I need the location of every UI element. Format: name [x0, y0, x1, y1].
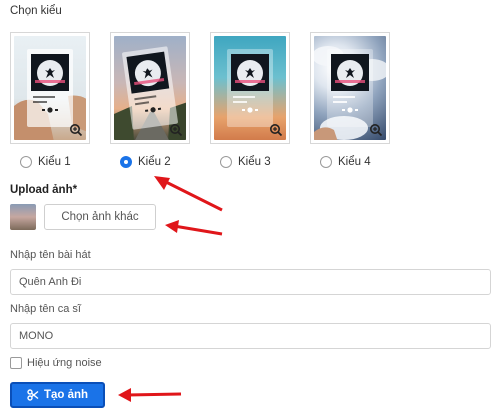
zoom-in-icon[interactable]: [369, 123, 383, 137]
noise-label: Hiệu ứng noise: [27, 357, 102, 369]
annotation-arrow-style: [154, 176, 223, 212]
style-thumbnail-1[interactable]: [10, 32, 90, 144]
style-thumbnail-3[interactable]: [210, 32, 290, 144]
style-radio-1[interactable]: [20, 156, 32, 168]
scissors-icon: [27, 389, 39, 401]
uploaded-image-preview: [10, 204, 36, 230]
singer-name-input[interactable]: [10, 323, 491, 349]
song-name-label: Nhập tên bài hát: [10, 249, 91, 261]
noise-option[interactable]: Hiệu ứng noise: [10, 357, 102, 369]
style-option-1[interactable]: Kiểu 1: [10, 30, 110, 175]
annotation-arrow-submit: [118, 388, 182, 402]
style-radio-4[interactable]: [320, 156, 332, 168]
annotation-arrow-upload: [165, 220, 223, 236]
choose-image-button[interactable]: Chọn ảnh khác: [44, 204, 156, 230]
style-label-4: Kiểu 4: [338, 156, 371, 168]
upload-label: Upload ảnh*: [10, 184, 78, 196]
create-image-button[interactable]: Tạo ảnh: [10, 382, 105, 408]
style-thumbnail-2[interactable]: [110, 32, 190, 144]
song-name-input[interactable]: [10, 269, 491, 295]
style-picker: Kiểu 1 Kiểu 2 Kiểu 3 Kiểu 4: [0, 30, 500, 175]
singer-name-label: Nhập tên ca sĩ: [10, 303, 81, 315]
zoom-in-icon[interactable]: [69, 123, 83, 137]
style-radio-2[interactable]: [120, 156, 132, 168]
style-thumbnail-4[interactable]: [310, 32, 390, 144]
zoom-in-icon[interactable]: [269, 123, 283, 137]
style-option-4[interactable]: Kiểu 4: [310, 30, 410, 175]
style-option-3[interactable]: Kiểu 3: [210, 30, 310, 175]
style-radio-3[interactable]: [220, 156, 232, 168]
create-image-label: Tạo ảnh: [43, 389, 89, 401]
zoom-in-icon[interactable]: [169, 123, 183, 137]
style-label-3: Kiểu 3: [238, 156, 271, 168]
style-label-1: Kiểu 1: [38, 156, 71, 168]
style-label-2: Kiểu 2: [138, 156, 171, 168]
section-title: Chọn kiểu: [10, 5, 62, 17]
style-option-2[interactable]: Kiểu 2: [110, 30, 210, 175]
noise-checkbox[interactable]: [10, 357, 22, 369]
